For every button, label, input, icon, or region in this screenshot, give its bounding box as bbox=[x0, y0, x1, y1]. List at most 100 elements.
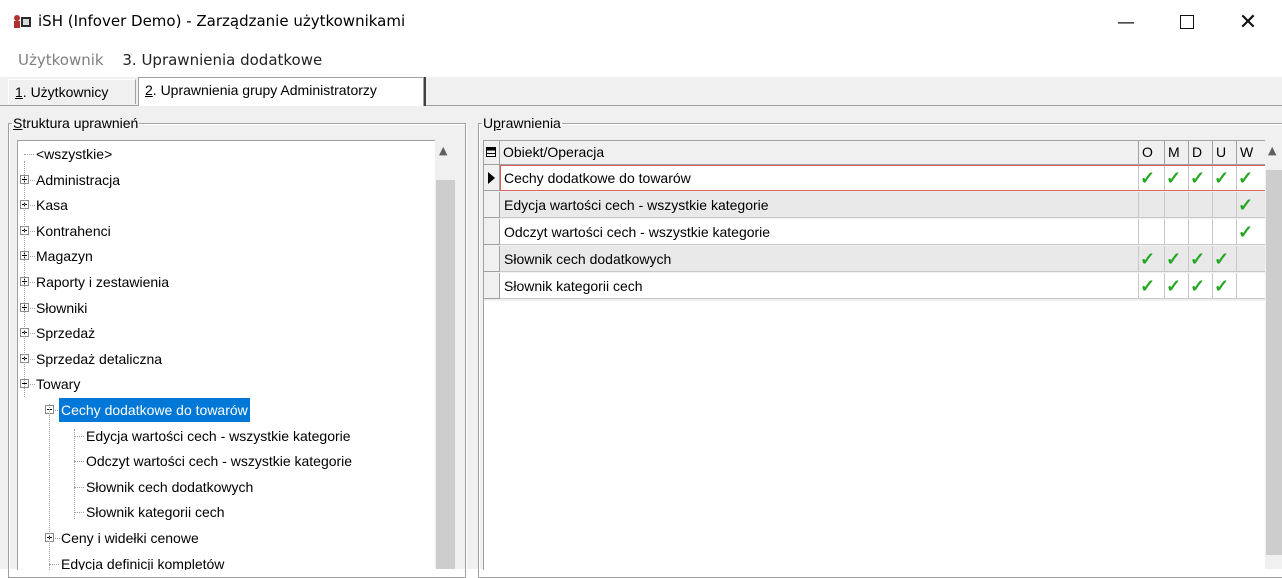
grid-row[interactable]: Słownik cech dodatkowych ✓ ✓ ✓ ✓ bbox=[484, 246, 1266, 272]
scroll-up-icon[interactable]: ▲ bbox=[439, 144, 447, 157]
tree-item[interactable]: Słownik cech dodatkowych bbox=[18, 475, 436, 499]
tree-guide bbox=[49, 404, 50, 570]
tree-item[interactable]: Raporty i zestawienia bbox=[18, 270, 436, 294]
permission-cell[interactable] bbox=[1189, 192, 1213, 218]
tree-item-label: Edycja definicji kompletów bbox=[61, 556, 225, 570]
tree-item[interactable]: Kontrahenci bbox=[18, 219, 436, 243]
permission-check-icon[interactable]: ✓ bbox=[1139, 273, 1165, 299]
permission-check-icon[interactable]: ✓ bbox=[1165, 165, 1189, 191]
permission-cell[interactable] bbox=[1237, 246, 1266, 272]
breadcrumb: Użytkownik 3. Uprawnienia dodatkowe bbox=[18, 51, 322, 69]
minimize-icon: — bbox=[1117, 11, 1135, 33]
tree-connector bbox=[74, 461, 84, 462]
tree-item[interactable]: Administracja bbox=[18, 168, 436, 192]
grid-settings-icon[interactable] bbox=[484, 141, 500, 164]
tree-item-label: Sprzedaż bbox=[36, 325, 96, 341]
permission-cell[interactable] bbox=[1165, 192, 1189, 218]
permission-check-icon[interactable]: ✓ bbox=[1237, 165, 1266, 191]
permissions-legend: Uprawnienia bbox=[482, 116, 562, 130]
permission-cell[interactable] bbox=[1165, 219, 1189, 245]
column-header-flag[interactable]: W bbox=[1237, 141, 1266, 164]
column-header-flag[interactable]: M bbox=[1165, 141, 1189, 164]
tree-item[interactable]: Edycja wartości cech - wszystkie kategor… bbox=[18, 424, 436, 448]
grid-empty-area bbox=[484, 301, 1266, 570]
object-name-cell[interactable]: Odczyt wartości cech - wszystkie kategor… bbox=[500, 219, 1139, 245]
window-title: iSH (Infover Demo) - Zarządzanie użytkow… bbox=[38, 12, 406, 30]
tree-item[interactable]: Odczyt wartości cech - wszystkie kategor… bbox=[18, 449, 436, 473]
column-header-object[interactable]: Obiekt/Operacja bbox=[500, 141, 1139, 164]
permissions-tree[interactable]: <wszystkie> Administracja Kasa Kontrahenci M… bbox=[17, 140, 436, 570]
tree-item-label: Administracja bbox=[36, 172, 121, 188]
current-row-arrow-icon bbox=[488, 172, 495, 184]
permission-cell[interactable] bbox=[1213, 219, 1237, 245]
permission-check-icon[interactable]: ✓ bbox=[1189, 273, 1213, 299]
column-header-flag[interactable]: D bbox=[1189, 141, 1213, 164]
minimize-button[interactable]: — bbox=[1096, 0, 1156, 44]
tree-item[interactable]: Towary bbox=[18, 372, 436, 396]
tab-label: . Użytkownicy bbox=[22, 84, 109, 100]
permission-check-icon[interactable]: ✓ bbox=[1213, 273, 1237, 299]
permission-check-icon[interactable]: ✓ bbox=[1213, 165, 1237, 191]
close-icon: ✕ bbox=[1238, 9, 1258, 35]
permission-cell[interactable] bbox=[1139, 219, 1165, 245]
permission-check-icon[interactable]: ✓ bbox=[1139, 246, 1165, 272]
tab-hotkey: 2 bbox=[145, 82, 153, 98]
tab-hotkey: 1 bbox=[15, 84, 23, 100]
permission-check-icon[interactable]: ✓ bbox=[1165, 273, 1189, 299]
tree-item[interactable]: Cechy dodatkowe do towarów bbox=[18, 398, 436, 422]
tree-item[interactable]: Słownik kategorii cech bbox=[18, 500, 436, 524]
tree-connector bbox=[74, 487, 84, 488]
permission-check-icon[interactable]: ✓ bbox=[1165, 246, 1189, 272]
scrollbar-thumb[interactable] bbox=[436, 180, 455, 569]
permission-check-icon[interactable]: ✓ bbox=[1237, 219, 1266, 245]
tab-users[interactable]: 1. Użytkownicy bbox=[8, 79, 136, 104]
tree-item[interactable]: Magazyn bbox=[18, 244, 436, 268]
permission-check-icon[interactable]: ✓ bbox=[1213, 246, 1237, 272]
row-indicator[interactable] bbox=[484, 165, 500, 191]
permission-check-icon[interactable]: ✓ bbox=[1189, 165, 1213, 191]
permission-check-icon[interactable]: ✓ bbox=[1237, 192, 1266, 218]
close-button[interactable]: ✕ bbox=[1218, 0, 1278, 44]
maximize-button[interactable] bbox=[1157, 0, 1217, 44]
breadcrumb-item-current: 3. Uprawnienia dodatkowe bbox=[122, 51, 323, 69]
column-header-flag[interactable]: O bbox=[1139, 141, 1165, 164]
permission-check-icon[interactable]: ✓ bbox=[1139, 165, 1165, 191]
legend-hotkey: S bbox=[13, 115, 23, 131]
grid-scrollbar[interactable]: ▲ bbox=[1265, 140, 1282, 569]
grid-row[interactable]: Edycja wartości cech - wszystkie kategor… bbox=[484, 192, 1266, 218]
object-name-cell[interactable]: Edycja wartości cech - wszystkie kategor… bbox=[500, 192, 1139, 218]
tab-group-permissions[interactable]: 2. Uprawnienia grupy Administratorzy bbox=[138, 77, 424, 106]
row-indicator[interactable] bbox=[484, 273, 500, 299]
permission-cell[interactable] bbox=[1139, 192, 1165, 218]
tree-scrollbar[interactable]: ▲ bbox=[435, 140, 456, 569]
permission-cell[interactable] bbox=[1237, 273, 1266, 299]
row-indicator[interactable] bbox=[484, 192, 500, 218]
permission-cell[interactable] bbox=[1213, 192, 1237, 218]
column-header-flag[interactable]: U bbox=[1213, 141, 1237, 164]
scroll-up-icon[interactable]: ▲ bbox=[1268, 144, 1276, 157]
grid-row[interactable]: Słownik kategorii cech ✓ ✓ ✓ ✓ bbox=[484, 273, 1266, 299]
row-indicator[interactable] bbox=[484, 246, 500, 272]
permission-check-icon[interactable]: ✓ bbox=[1189, 246, 1213, 272]
tree-item-label: Słownik cech dodatkowych bbox=[86, 479, 254, 495]
grid-row[interactable]: Odczyt wartości cech - wszystkie kategor… bbox=[484, 219, 1266, 245]
tree-item[interactable]: <wszystkie> bbox=[18, 142, 436, 166]
permission-cell[interactable] bbox=[1189, 219, 1213, 245]
tree-item[interactable]: Sprzedaż bbox=[18, 321, 436, 345]
object-name-cell[interactable]: Słownik cech dodatkowych bbox=[500, 246, 1139, 272]
permissions-grid[interactable]: Obiekt/Operacja O M D U W Cechy dodatkowe do t… bbox=[483, 140, 1266, 570]
tree-item-label: Kontrahenci bbox=[36, 223, 111, 239]
breadcrumb-item-user[interactable]: Użytkownik bbox=[18, 51, 104, 69]
tree-item[interactable]: Edycja definicji kompletów bbox=[18, 552, 436, 570]
row-indicator[interactable] bbox=[484, 219, 500, 245]
grid-header: Obiekt/Operacja O M D U W bbox=[484, 141, 1266, 165]
scrollbar-thumb[interactable] bbox=[1266, 170, 1282, 555]
tree-item-label: Cechy dodatkowe do towarów bbox=[59, 398, 250, 422]
object-name-cell[interactable]: Słownik kategorii cech bbox=[500, 273, 1139, 299]
tree-item[interactable]: Kasa bbox=[18, 193, 436, 217]
tree-item[interactable]: Ceny i widełki cenowe bbox=[18, 526, 436, 550]
tree-item[interactable]: Słowniki bbox=[18, 296, 436, 320]
object-name-cell[interactable]: Cechy dodatkowe do towarów bbox=[500, 165, 1139, 191]
grid-row[interactable]: Cechy dodatkowe do towarów ✓ ✓ ✓ ✓ ✓ bbox=[484, 165, 1266, 191]
tree-item[interactable]: Sprzedaż detaliczna bbox=[18, 347, 436, 371]
